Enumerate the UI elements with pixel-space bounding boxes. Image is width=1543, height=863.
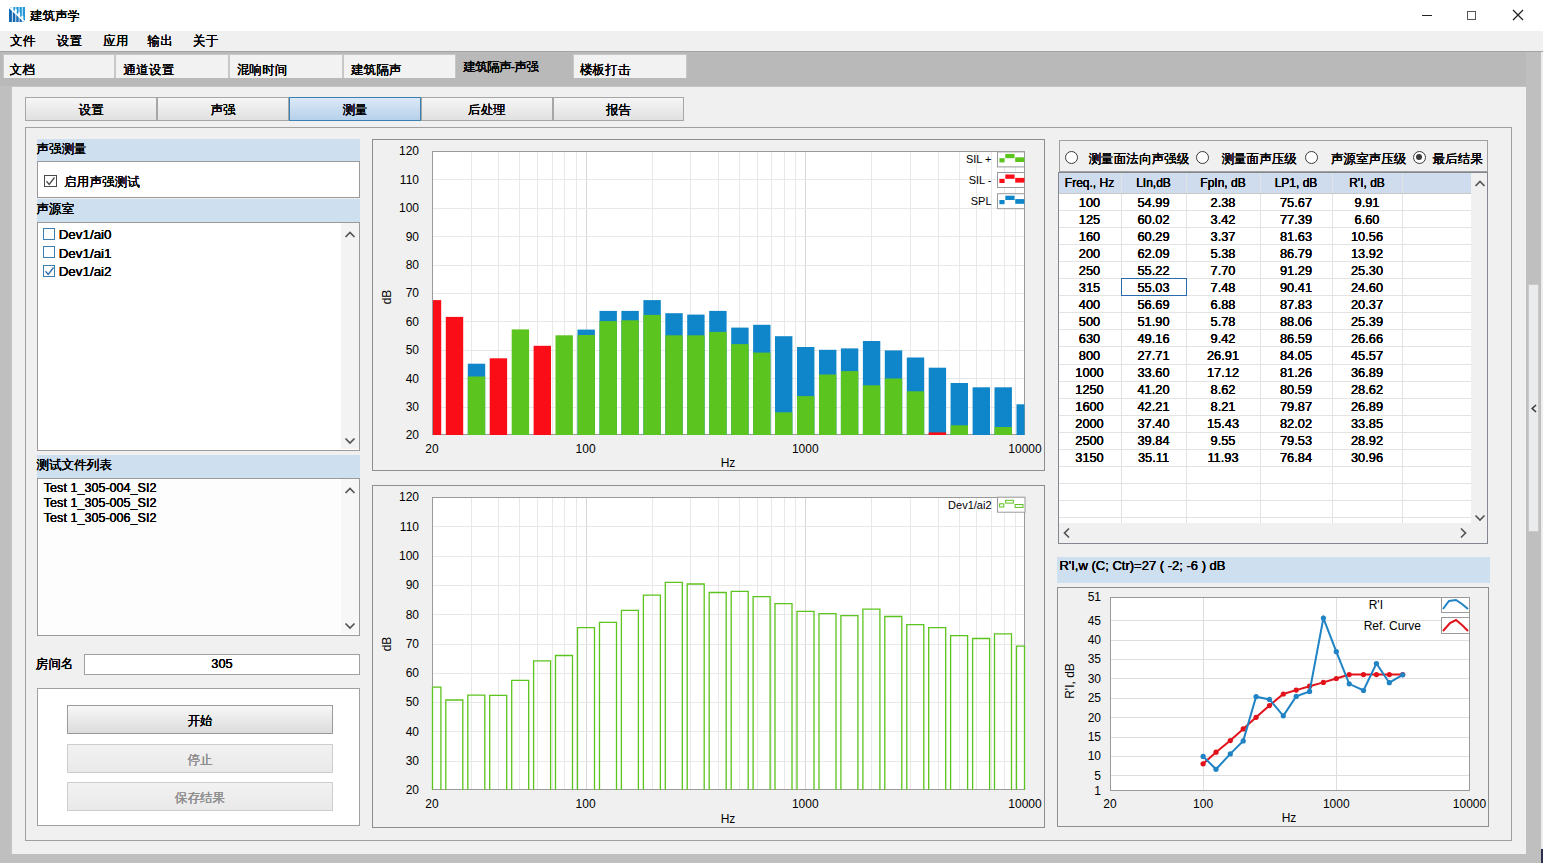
- svg-text:100: 100: [576, 797, 596, 811]
- svg-text:80: 80: [406, 258, 420, 272]
- svg-text:45: 45: [1088, 614, 1102, 628]
- svg-text:10000: 10000: [1008, 797, 1042, 811]
- svg-text:1000: 1000: [792, 797, 819, 811]
- svg-text:1000: 1000: [792, 442, 819, 456]
- svg-text:20: 20: [425, 797, 439, 811]
- svg-text:40: 40: [406, 725, 420, 739]
- svg-text:100: 100: [399, 549, 419, 563]
- svg-text:50: 50: [406, 695, 420, 709]
- svg-text:20: 20: [1103, 797, 1117, 811]
- svg-text:Hz: Hz: [721, 812, 736, 826]
- svg-text:50: 50: [406, 343, 420, 357]
- svg-text:70: 70: [406, 286, 420, 300]
- svg-text:1000: 1000: [1323, 797, 1350, 811]
- svg-text:51: 51: [1088, 590, 1102, 604]
- svg-text:90: 90: [406, 230, 420, 244]
- svg-text:40: 40: [1088, 633, 1102, 647]
- svg-text:30: 30: [1088, 672, 1102, 686]
- svg-text:60: 60: [406, 315, 420, 329]
- svg-text:40: 40: [406, 372, 420, 386]
- svg-text:5: 5: [1094, 769, 1101, 783]
- svg-text:60: 60: [406, 666, 420, 680]
- svg-text:R'I: R'I: [1369, 598, 1383, 612]
- svg-text:15: 15: [1088, 730, 1102, 744]
- svg-text:120: 120: [399, 144, 419, 158]
- svg-text:35: 35: [1088, 652, 1102, 666]
- svg-text:dB: dB: [380, 637, 394, 652]
- svg-text:30: 30: [406, 754, 420, 768]
- svg-text:Hz: Hz: [1282, 811, 1297, 825]
- svg-text:100: 100: [576, 442, 596, 456]
- svg-text:70: 70: [406, 637, 420, 651]
- svg-text:SIL +: SIL +: [966, 153, 992, 165]
- svg-text:120: 120: [399, 490, 419, 504]
- svg-text:90: 90: [406, 578, 420, 592]
- svg-text:dB: dB: [380, 290, 394, 305]
- svg-text:100: 100: [1193, 797, 1213, 811]
- svg-text:25: 25: [1088, 691, 1102, 705]
- svg-text:Hz: Hz: [721, 456, 736, 470]
- svg-text:110: 110: [400, 520, 419, 534]
- svg-text:Ref. Curve: Ref. Curve: [1364, 619, 1422, 633]
- svg-text:20: 20: [1088, 711, 1102, 725]
- svg-text:Dev1/ai2: Dev1/ai2: [948, 499, 991, 511]
- svg-text:10: 10: [1088, 749, 1102, 763]
- svg-text:100: 100: [399, 201, 419, 215]
- svg-text:10000: 10000: [1453, 797, 1487, 811]
- svg-text:20: 20: [406, 428, 420, 442]
- svg-text:20: 20: [425, 442, 439, 456]
- svg-text:30: 30: [406, 400, 420, 414]
- svg-text:80: 80: [406, 608, 420, 622]
- svg-text:R'I, dB: R'I, dB: [1063, 663, 1077, 699]
- svg-text:1: 1: [1094, 784, 1101, 798]
- svg-text:110: 110: [400, 173, 419, 187]
- svg-text:20: 20: [406, 783, 420, 797]
